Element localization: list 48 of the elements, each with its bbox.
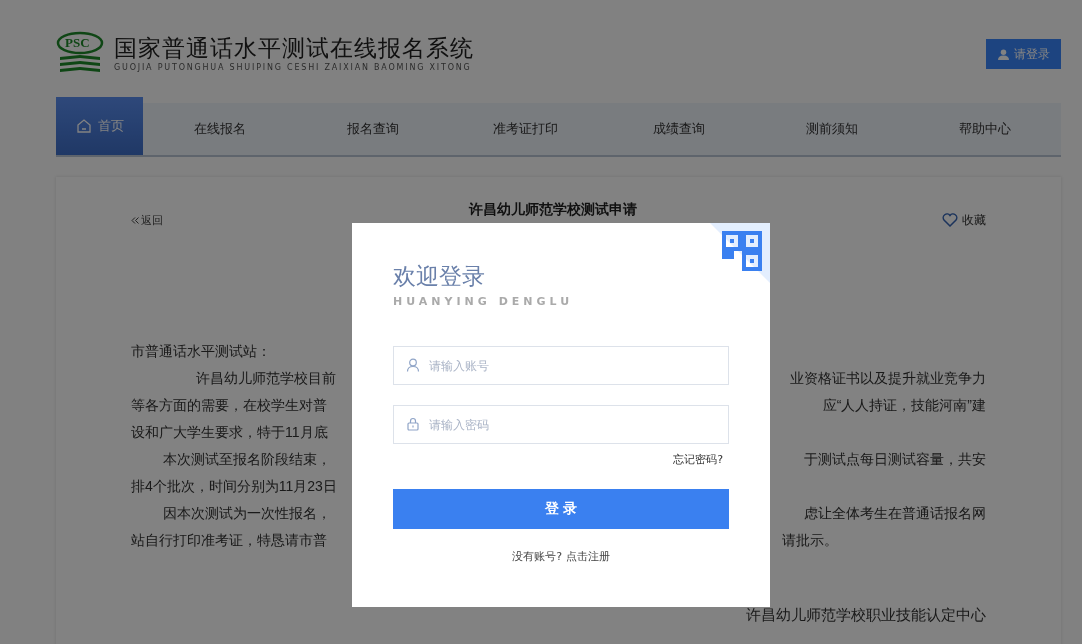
dialog-title: 欢迎登录	[393, 262, 486, 291]
letter-text: 因本次测试为一次性报名，	[162, 504, 331, 523]
favorite-link[interactable]: 收藏	[942, 211, 986, 229]
letter-text: 虑让全体考生在普通话报名网	[804, 504, 986, 523]
user-icon	[997, 48, 1009, 60]
nav-tab[interactable]: 在线报名	[143, 103, 296, 155]
letter-text: 许昌幼儿师范学校目前	[195, 369, 336, 388]
nav-tab[interactable]: 准考证打印	[449, 103, 602, 155]
letter-text: 于测试点每日测试容量，共安	[804, 450, 986, 469]
nav-label: 准考证打印	[493, 120, 558, 138]
signature: 许昌幼儿师范学校职业技能认定中心	[745, 606, 986, 625]
heart-icon	[942, 213, 958, 227]
letter-text: 等各方面的需要，在校学生对普	[131, 396, 327, 415]
nav-tab[interactable]: 报名查询	[296, 103, 449, 155]
letter-text: 设和广大学生要求，特于11月底	[131, 423, 328, 442]
nav-tab[interactable]: 帮助中心	[908, 103, 1061, 155]
qr-code-icon[interactable]	[722, 231, 762, 271]
home-icon	[75, 118, 92, 134]
nav-tab[interactable]: 成绩查询	[602, 103, 755, 155]
psc-logo	[56, 31, 104, 75]
nav-label: 帮助中心	[958, 120, 1011, 138]
nav-label: 成绩查询	[652, 120, 705, 138]
nav-label: 首页	[97, 117, 124, 135]
forgot-password-link[interactable]: 忘记密码?	[673, 452, 723, 467]
account-field[interactable]: 请输入账号	[393, 346, 729, 385]
letter-text: 市普通话水平测试站：	[131, 342, 271, 361]
double-chevron-icon	[131, 216, 139, 224]
login-submit-button[interactable]: 登 录	[393, 489, 729, 529]
letter-text: 本次测试至报名阶段结束，	[162, 450, 331, 469]
letter-text: 应“人人持证，技能河南”建	[822, 396, 986, 415]
password-field[interactable]: 请输入密码	[393, 405, 729, 444]
nav-label: 测前须知	[805, 120, 858, 138]
letter-text: 请批示。	[782, 531, 838, 550]
letter-text: 排4个批次，时间分别为11月23日	[131, 477, 337, 496]
site-subtitle: GUOJIA PUTONGHUA SHUIPING CESHI ZAIXIAN BAOMING XITONG	[114, 62, 473, 72]
letter-text: 站自行打印准考证，特恳请市普	[131, 531, 327, 550]
dialog-subtitle: HUANYING DENGLU	[393, 295, 575, 308]
nav-tab[interactable]: 测前须知	[755, 103, 908, 155]
login-button[interactable]: 请登录	[986, 39, 1061, 69]
article-title: 许昌幼儿师范学校测试申请	[468, 201, 637, 219]
register-link[interactable]: 没有账号? 点击注册	[512, 550, 610, 563]
site-title: 国家普通话水平测试在线报名系统	[114, 34, 474, 63]
logo-text: PSC	[65, 35, 90, 51]
back-link[interactable]: 返回	[131, 212, 163, 228]
nav-label: 报名查询	[346, 120, 399, 138]
nav-tab[interactable]: 首页	[56, 97, 143, 155]
letter-text: 业资格证书以及提升就业竞争力	[790, 369, 986, 388]
nav-label: 在线报名	[193, 120, 246, 138]
